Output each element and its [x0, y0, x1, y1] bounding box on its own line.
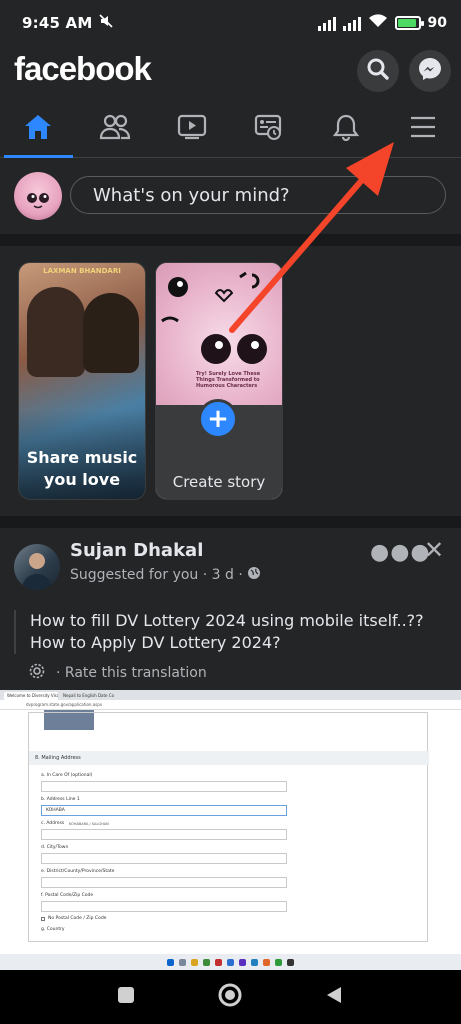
create-story-label: Create story	[172, 473, 266, 491]
avatar[interactable]	[14, 172, 62, 220]
signal-icon-2	[342, 15, 361, 31]
signal-icon	[317, 15, 336, 31]
plus-icon: +	[207, 404, 229, 434]
field-input	[41, 853, 287, 864]
tab-notifications[interactable]	[307, 100, 384, 157]
friends-icon	[99, 113, 131, 145]
gear-icon	[28, 662, 46, 684]
field-label: d. City/Town	[41, 845, 69, 850]
mute-icon	[98, 13, 114, 33]
browser-tab-2: Nepali to English Date Convert	[60, 692, 114, 700]
post-composer: What's on your mind?	[0, 158, 461, 234]
recents-button[interactable]	[112, 983, 140, 1011]
field-input	[41, 877, 287, 888]
search-icon	[366, 57, 390, 85]
story-label: Share music you love	[26, 448, 138, 489]
close-icon[interactable]: ✕	[424, 536, 444, 564]
field-label: e. District/County/Province/State	[41, 869, 115, 874]
square-icon	[117, 986, 135, 1008]
hamburger-menu-icon	[409, 115, 437, 143]
post-meta: Suggested for you · 3 d ·	[70, 566, 261, 584]
story-create-caption: Try! Surely Love These Things Transforme…	[196, 371, 261, 389]
story-banner: LAXMAN BHANDARI	[43, 267, 121, 275]
more-options-icon[interactable]: ●●●	[370, 540, 431, 565]
story-create[interactable]: Try! Surely Love These Things Transforme…	[155, 262, 283, 500]
field-label: g. Country	[41, 927, 65, 932]
status-bar: 9:45 AM 90	[0, 0, 461, 46]
home-button[interactable]	[216, 983, 244, 1011]
messenger-button[interactable]	[409, 50, 451, 92]
post-author[interactable]: Sujan Dhakal	[70, 540, 203, 561]
android-nav-bar	[0, 970, 461, 1024]
home-icon	[23, 113, 53, 145]
field-input	[41, 901, 287, 912]
tab-watch[interactable]	[154, 100, 231, 157]
whats-on-your-mind-input[interactable]: What's on your mind?	[70, 176, 446, 214]
browser-tab-1: Welcome to Diversity Visa Program	[4, 692, 58, 700]
post-text-line-2: How to Apply DV Lottery 2024?	[30, 633, 281, 652]
back-triangle-icon	[324, 985, 344, 1009]
battery-percent: 90	[427, 15, 447, 31]
browser-tabs: Welcome to Diversity Visa Program Nepali…	[0, 690, 461, 700]
wifi-icon	[368, 13, 388, 33]
form-section-title: 8. Mailing Address	[29, 751, 429, 765]
video-icon	[177, 114, 207, 144]
bell-icon	[332, 113, 360, 145]
field-label: c. Address	[41, 821, 65, 826]
rate-translation[interactable]: · Rate this translation	[28, 662, 207, 684]
status-time: 9:45 AM	[22, 14, 93, 32]
field-input-active: KOHABA	[41, 805, 287, 816]
stories-tray: LAXMAN BHANDARI Share music you love Try…	[0, 246, 461, 516]
search-button[interactable]	[357, 50, 399, 92]
add-story-button[interactable]: +	[198, 399, 238, 439]
messenger-icon	[417, 56, 443, 86]
story-share-music[interactable]: LAXMAN BHANDARI Share music you love	[18, 262, 146, 500]
story-create-image: Try! Surely Love These Things Transforme…	[156, 263, 282, 407]
post-meta-text: Suggested for you · 3 d ·	[70, 567, 243, 583]
tab-menu[interactable]	[384, 100, 461, 157]
battery-icon	[394, 16, 424, 30]
tab-home[interactable]	[0, 100, 77, 158]
windows-taskbar	[0, 954, 461, 970]
post-text: How to fill DV Lottery 2024 using mobile…	[14, 610, 446, 654]
story-person-image	[27, 287, 85, 377]
autocomplete-suggestion: KOHABARA / SALGHAN	[69, 822, 109, 826]
mailing-form: 8. Mailing Address a. In Care Of (option…	[28, 712, 429, 942]
story-person-image-2	[83, 293, 139, 373]
tab-friends[interactable]	[77, 100, 154, 157]
back-button[interactable]	[320, 983, 348, 1011]
tab-feeds[interactable]	[230, 100, 307, 157]
feed-post: Sujan Dhakal Suggested for you · 3 d · ●…	[0, 528, 461, 970]
globe-icon	[247, 566, 261, 584]
author-avatar[interactable]	[14, 544, 60, 590]
post-text-line-1: How to fill DV Lottery 2024 using mobile…	[30, 611, 424, 630]
nav-tabs	[0, 100, 461, 158]
no-postal-checkbox: No Postal Code / Zip Code	[41, 916, 106, 921]
facebook-logo[interactable]: facebook	[14, 50, 152, 88]
rate-translation-label: · Rate this translation	[56, 665, 207, 681]
field-label: a. In Care Of (optional)	[41, 773, 93, 778]
app-header: facebook	[0, 46, 461, 100]
browser-url: dvprogram.state.gov/application.aspx	[0, 700, 461, 710]
field-label: f. Postal Code/Zip Code	[41, 893, 94, 898]
feeds-icon	[254, 113, 284, 145]
field-label: b. Address Line 1	[41, 797, 80, 802]
field-input	[41, 781, 287, 792]
circle-icon	[217, 982, 243, 1012]
field-input	[41, 829, 287, 840]
post-image[interactable]: Welcome to Diversity Visa Program Nepali…	[0, 690, 461, 970]
